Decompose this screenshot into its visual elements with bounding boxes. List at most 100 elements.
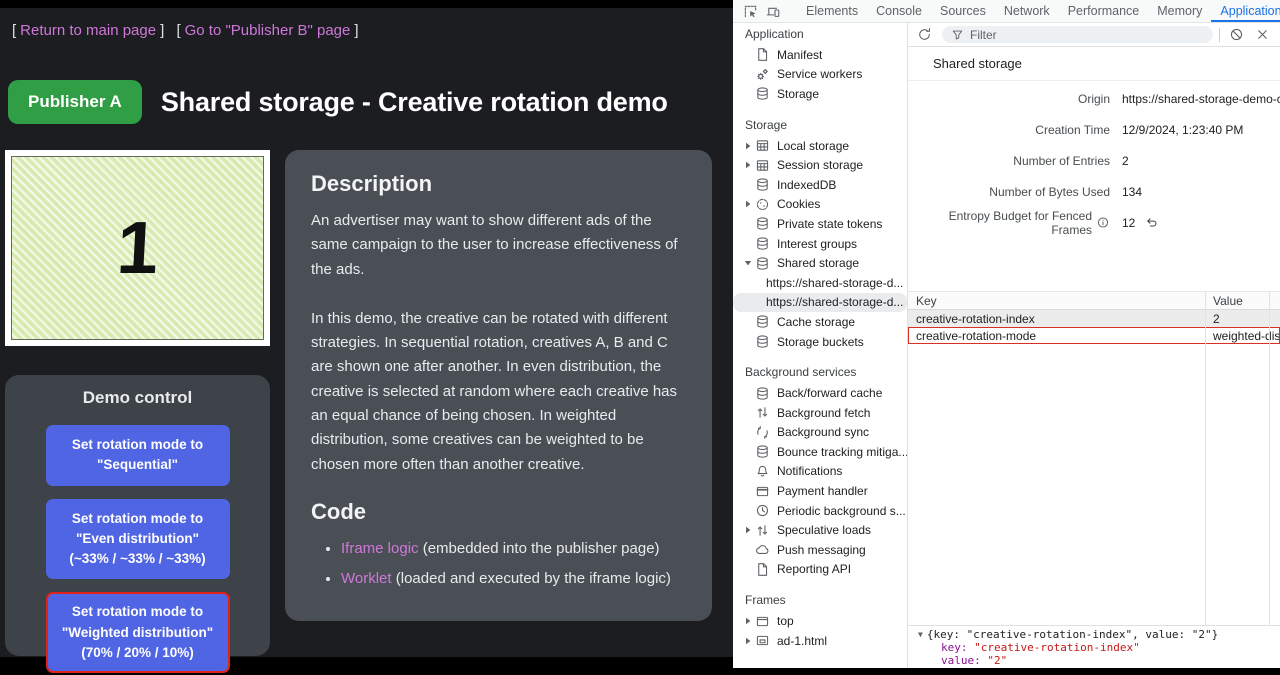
sidebar-item-bounce-tracking-mitiga[interactable]: Bounce tracking mitiga...	[733, 442, 907, 462]
triangle-right-icon[interactable]	[741, 526, 755, 534]
sidebar-item-reporting-api[interactable]: Reporting API	[733, 560, 907, 580]
tab-application[interactable]: Application	[1211, 0, 1280, 22]
sidebar-item-label: Interest groups	[777, 237, 857, 251]
code-link-worklet[interactable]: Worklet	[341, 570, 392, 587]
sidebar-item-session-storage[interactable]: Session storage	[733, 155, 907, 175]
sidebar-item-label: Storage	[777, 87, 819, 101]
sidebar-item-label: Cookies	[777, 197, 820, 211]
sidebar-item-cookies[interactable]: Cookies	[733, 195, 907, 215]
sidebar-item-notifications[interactable]: Notifications	[733, 462, 907, 482]
file-icon	[755, 47, 771, 63]
triangle-right-icon[interactable]	[741, 161, 755, 169]
triangle-right-icon[interactable]	[741, 637, 755, 645]
panel-toolbar: Filter	[908, 23, 1280, 47]
return-main-link[interactable]: Return to main page	[20, 22, 156, 39]
sidebar-item-shared-storage[interactable]: Shared storage	[733, 253, 907, 273]
tab-sources[interactable]: Sources	[931, 0, 995, 22]
sidebar-item-payment-handler[interactable]: Payment handler	[733, 481, 907, 501]
sidebar-item-https-shared-storage-d[interactable]: https://shared-storage-d...	[733, 273, 907, 293]
top-nav: [Return to main page] [Go to "Publisher …	[8, 22, 363, 39]
sidebar-item-indexeddb[interactable]: IndexedDB	[733, 175, 907, 195]
database-icon	[755, 334, 771, 350]
inspect-element-icon[interactable]	[743, 3, 758, 19]
close-icon[interactable]	[1255, 27, 1271, 43]
undo-icon[interactable]	[1144, 216, 1158, 230]
triangle-right-icon[interactable]	[741, 200, 755, 208]
rotation-mode-button-1[interactable]: Set rotation mode to"Sequential"	[46, 425, 230, 486]
devtools-tabs: ElementsConsoleSourcesNetworkPerformance…	[797, 0, 1280, 22]
metadata-row-origin: Originhttps://shared-storage-demo-co	[908, 83, 1280, 114]
updown-icon	[755, 405, 771, 421]
publisher-b-link[interactable]: Go to "Publisher B" page	[185, 22, 351, 39]
bracket: ]	[354, 22, 358, 39]
storage-entry-row-creative-rotation-mode[interactable]: creative-rotation-modeweighted-distribut…	[908, 327, 1280, 344]
sidebar-item-periodic-background-s[interactable]: Periodic background s...	[733, 501, 907, 521]
filter-input[interactable]: Filter	[942, 26, 1213, 43]
sidebar-item-service-workers[interactable]: Service workers	[733, 65, 907, 85]
preview-props: key: "creative-rotation-index"value: "2"	[918, 642, 1276, 668]
demo-control-title: Demo control	[5, 388, 270, 408]
sidebar-item-label: ad-1.html	[777, 634, 827, 648]
creative-ad: 1	[11, 156, 264, 340]
tab-console[interactable]: Console	[867, 0, 931, 22]
page-title: Shared storage - Creative rotation demo	[161, 87, 668, 118]
description-heading: Description	[311, 171, 686, 197]
sidebar-item-back-forward-cache[interactable]: Back/forward cache	[733, 383, 907, 403]
creative-frame: 1	[5, 150, 270, 346]
sidebar-item-cache-storage[interactable]: Cache storage	[733, 312, 907, 332]
tab-elements[interactable]: Elements	[797, 0, 867, 22]
sidebar-item-label: Push messaging	[777, 543, 866, 557]
sidebar-item-push-messaging[interactable]: Push messaging	[733, 540, 907, 560]
sidebar-item-local-storage[interactable]: Local storage	[733, 136, 907, 156]
sidebar-item-manifest[interactable]: Manifest	[733, 45, 907, 65]
tab-network[interactable]: Network	[995, 0, 1059, 22]
device-toolbar-icon[interactable]	[766, 3, 781, 19]
sidebar-item-ad-1-html[interactable]: ad-1.html	[733, 631, 907, 651]
code-link-iframe-logic[interactable]: Iframe logic	[341, 540, 419, 557]
sidebar-item-background-fetch[interactable]: Background fetch	[733, 403, 907, 423]
table-icon	[755, 138, 771, 154]
clock-icon	[755, 503, 771, 519]
screen-edge	[733, 668, 1280, 675]
code-link-note: (embedded into the publisher page)	[419, 540, 660, 557]
tab-memory[interactable]: Memory	[1148, 0, 1211, 22]
sidebar-item-background-sync[interactable]: Background sync	[733, 423, 907, 443]
sidebar-item-storage-buckets[interactable]: Storage buckets	[733, 332, 907, 352]
description-paragraph-2: In this demo, the creative can be rotate…	[311, 307, 686, 477]
metadata-label: Creation Time	[908, 123, 1110, 137]
sidebar-item-private-state-tokens[interactable]: Private state tokens	[733, 214, 907, 234]
metadata-row-number-of-bytes-used: Number of Bytes Used134	[908, 176, 1280, 207]
sidebar-item-https-shared-storage-d[interactable]: https://shared-storage-d...	[733, 293, 907, 313]
storage-entry-row-creative-rotation-index[interactable]: creative-rotation-index2	[908, 310, 1280, 327]
sidebar-item-storage[interactable]: Storage	[733, 84, 907, 104]
sidebar-item-label: https://shared-storage-d...	[766, 276, 903, 290]
entry-key: creative-rotation-index	[908, 312, 1205, 326]
sync-icon	[755, 424, 771, 440]
refresh-icon[interactable]	[917, 27, 933, 43]
description-panel: Description An advertiser may want to sh…	[285, 150, 712, 621]
divider	[1219, 28, 1220, 42]
tab-performance[interactable]: Performance	[1059, 0, 1149, 22]
triangle-right-icon[interactable]	[741, 142, 755, 150]
bell-icon	[755, 463, 771, 479]
bracket: ]	[160, 22, 164, 39]
gears-icon	[755, 66, 771, 82]
rotation-mode-button-3[interactable]: Set rotation mode to"Weighted distributi…	[46, 592, 230, 673]
iframe-icon	[755, 633, 771, 649]
updown-icon	[755, 522, 771, 538]
sidebar-item-top[interactable]: top	[733, 611, 907, 631]
sidebar-item-label: Bounce tracking mitiga...	[777, 445, 907, 459]
table-icon	[755, 157, 771, 173]
triangle-down-icon[interactable]: ▼	[918, 629, 923, 642]
clear-icon[interactable]	[1229, 27, 1245, 43]
triangle-down-icon[interactable]	[741, 259, 755, 267]
sidebar-item-label: Manifest	[777, 48, 822, 62]
sidebar-item-label: Storage buckets	[777, 335, 864, 349]
key-column-header[interactable]: Key	[908, 294, 1205, 308]
grid-right-edge	[1269, 292, 1270, 630]
sidebar-item-interest-groups[interactable]: Interest groups	[733, 234, 907, 254]
triangle-right-icon[interactable]	[741, 617, 755, 625]
column-divider[interactable]	[1205, 292, 1206, 630]
rotation-mode-button-2[interactable]: Set rotation mode to"Even distribution"(…	[46, 499, 230, 580]
sidebar-item-speculative-loads[interactable]: Speculative loads	[733, 520, 907, 540]
